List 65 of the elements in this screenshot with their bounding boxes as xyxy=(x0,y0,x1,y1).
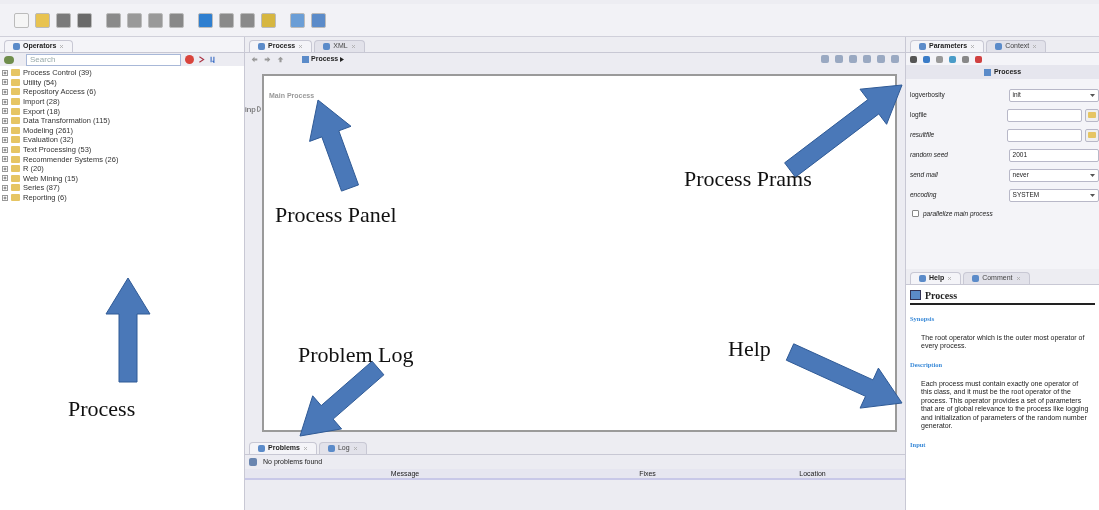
tab-icon xyxy=(995,43,1003,50)
toolbar-icon[interactable] xyxy=(240,12,255,28)
close-icon[interactable] xyxy=(352,446,358,451)
tab-icon xyxy=(972,275,980,282)
expand-icon[interactable] xyxy=(2,89,8,95)
toolbar-icon[interactable] xyxy=(56,12,71,28)
toolbar-icon[interactable] xyxy=(198,12,213,28)
close-icon[interactable] xyxy=(1015,276,1021,281)
tab-icon xyxy=(13,43,20,50)
folder-button[interactable] xyxy=(1085,108,1099,122)
close-icon[interactable] xyxy=(298,44,304,49)
port-icon[interactable] xyxy=(256,105,261,112)
close-icon[interactable] xyxy=(350,44,356,49)
expand-icon[interactable] xyxy=(2,127,8,134)
toolbar-icon[interactable] xyxy=(106,12,121,28)
toolbar-icon[interactable] xyxy=(311,12,326,28)
expand-icon[interactable] xyxy=(2,117,8,124)
expand-icon[interactable] xyxy=(2,165,8,172)
help-title: Process xyxy=(925,288,958,303)
tab-icon xyxy=(919,275,926,282)
folder-button[interactable] xyxy=(1085,128,1099,142)
tab-icon xyxy=(327,445,335,452)
annotation-label: Process Panel xyxy=(275,201,397,229)
expand-icon[interactable] xyxy=(2,98,8,105)
tab-icon xyxy=(258,445,265,452)
expand-icon[interactable] xyxy=(2,136,8,143)
annotation-label: Help xyxy=(728,335,771,363)
caret-icon xyxy=(1090,193,1095,197)
caret-icon xyxy=(1090,173,1095,177)
toolbar-icon[interactable] xyxy=(169,12,184,28)
annotation-label: Process xyxy=(68,395,136,423)
expand-icon[interactable] xyxy=(2,175,8,182)
input-field[interactable] xyxy=(1007,128,1082,142)
problems-icon xyxy=(249,458,257,466)
input-field[interactable] xyxy=(1007,108,1082,122)
annotation-label: Problem Log xyxy=(298,341,414,369)
toolbar-icon[interactable] xyxy=(77,12,92,28)
search-field[interactable]: Search xyxy=(26,53,181,66)
tab-icon xyxy=(258,43,265,50)
checkbox[interactable] xyxy=(912,210,919,218)
back-icon[interactable] xyxy=(251,55,258,63)
expand-icon[interactable] xyxy=(2,108,8,115)
clear-icon[interactable] xyxy=(185,55,194,64)
expand-icon[interactable] xyxy=(2,194,8,201)
expand-icon[interactable] xyxy=(2,184,8,191)
close-icon[interactable] xyxy=(1032,44,1038,49)
expand-icon[interactable] xyxy=(2,79,8,86)
caret-icon xyxy=(340,56,345,62)
expand-icon[interactable] xyxy=(2,156,8,163)
port-label: inp xyxy=(245,105,256,114)
tab-icon xyxy=(919,43,926,50)
expand-icon[interactable] xyxy=(2,69,8,76)
forward-icon[interactable] xyxy=(264,55,271,63)
process-icon xyxy=(910,290,921,300)
expand-icon[interactable] xyxy=(2,146,8,153)
toolbar-icon[interactable] xyxy=(219,12,234,28)
tab-icon xyxy=(323,43,331,50)
caret-icon xyxy=(1090,93,1095,97)
close-icon[interactable] xyxy=(970,44,976,49)
close-icon[interactable] xyxy=(302,446,308,451)
up-icon[interactable] xyxy=(277,55,284,63)
filter-icon[interactable] xyxy=(198,56,205,63)
close-icon[interactable] xyxy=(59,44,65,49)
close-icon[interactable] xyxy=(947,276,953,281)
annotation-label: Process Prams xyxy=(684,165,812,193)
